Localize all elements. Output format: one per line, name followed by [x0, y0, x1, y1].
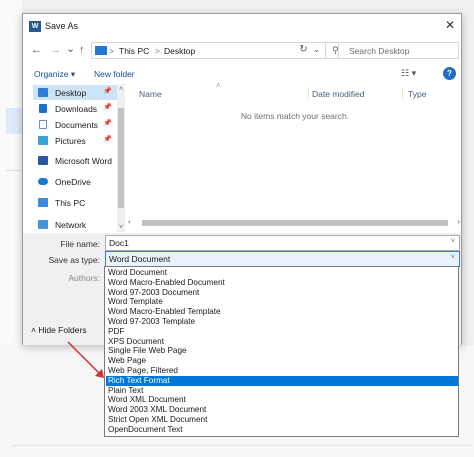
annotation-arrow [67, 341, 104, 378]
annotation-arrow-line [67, 341, 101, 375]
